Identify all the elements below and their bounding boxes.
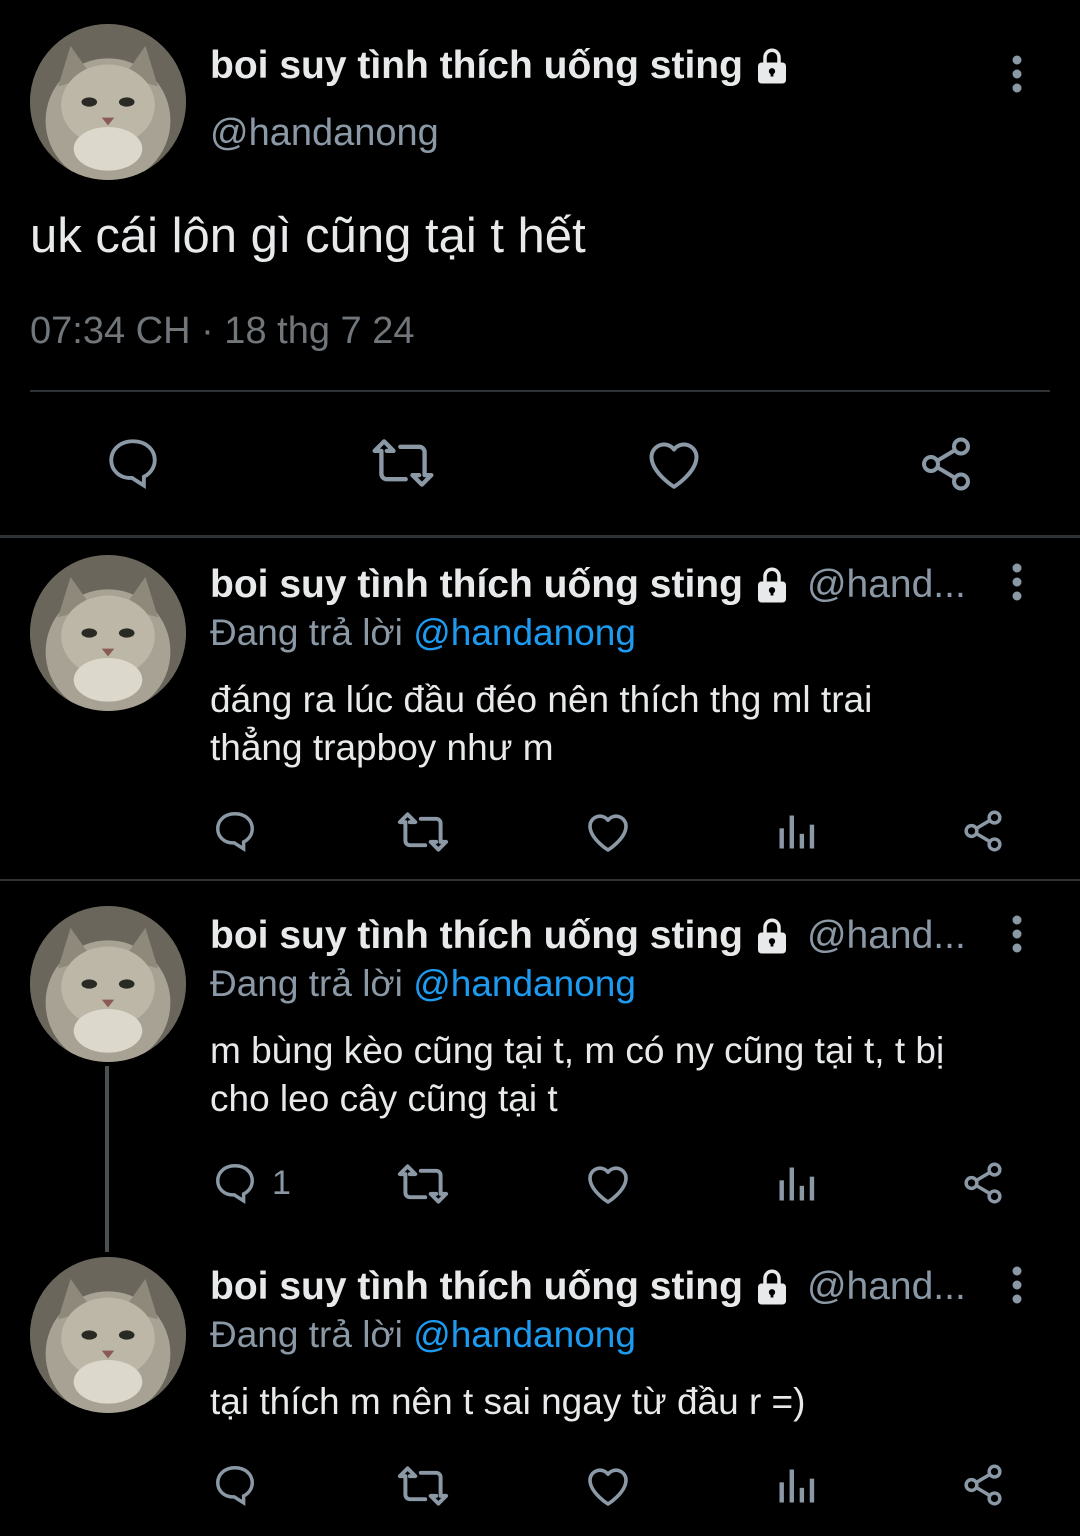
reply-button[interactable]: 1: [212, 1160, 291, 1206]
replying-prefix: Đang trả lời: [210, 1314, 403, 1355]
heart-icon: [588, 814, 628, 852]
retweet-button[interactable]: [396, 1464, 450, 1508]
views-icon: [779, 815, 815, 849]
cat-avatar-image: [30, 555, 186, 711]
tweet-text-line: cho leo cây cũng tại t: [210, 1078, 558, 1119]
display-name[interactable]: boi suy tình thích uống sting @hand...: [210, 563, 966, 607]
replying-to: Đang trả lời @handanong: [210, 1314, 636, 1356]
cat-avatar-image: [30, 24, 186, 180]
handle[interactable]: @hand...: [807, 563, 966, 607]
more-vertical-icon[interactable]: [1000, 1263, 1034, 1307]
like-button[interactable]: [584, 808, 632, 854]
avatar[interactable]: [30, 906, 186, 1062]
handle[interactable]: @handanong: [210, 112, 439, 155]
heart-icon: [649, 442, 699, 489]
display-name-text: boi suy tình thích uống sting: [210, 44, 743, 87]
share-icon: [964, 1464, 1002, 1506]
lock-icon: [751, 564, 793, 606]
display-name-text: boi suy tình thích uống sting: [210, 563, 743, 606]
heart-icon: [588, 1468, 628, 1506]
lock-icon: [751, 45, 793, 87]
thread-connector: [105, 1066, 109, 1252]
views-button[interactable]: [774, 1464, 818, 1508]
avatar[interactable]: [30, 24, 186, 180]
heart-icon: [588, 1166, 628, 1204]
tweet-text-line: đáng ra lúc đầu đéo nên thích thg ml tra…: [210, 679, 873, 720]
handle[interactable]: @hand...: [807, 914, 966, 958]
reply-count: 1: [272, 1163, 291, 1202]
retweet-button[interactable]: [396, 810, 450, 854]
divider: [0, 535, 1080, 538]
mention-link[interactable]: @handanong: [413, 612, 636, 653]
share-button[interactable]: [960, 808, 1006, 854]
share-button[interactable]: [960, 1160, 1006, 1206]
tweet-text: uk cái lôn gì cũng tại t hết: [30, 209, 586, 263]
display-name-text: boi suy tình thích uống sting: [210, 914, 743, 957]
avatar[interactable]: [30, 1257, 186, 1413]
share-icon: [964, 1162, 1002, 1204]
mention-link[interactable]: @handanong: [413, 963, 636, 1004]
replying-prefix: Đang trả lời: [210, 963, 403, 1004]
lock-icon: [751, 915, 793, 957]
reply-button[interactable]: [212, 1462, 258, 1508]
display-name[interactable]: boi suy tình thích uống sting: [210, 44, 793, 88]
reply-button[interactable]: [212, 808, 258, 854]
reply-icon: [216, 1466, 254, 1506]
replying-prefix: Đang trả lời: [210, 612, 403, 653]
more-vertical-icon[interactable]: [1000, 52, 1034, 96]
like-button[interactable]: [584, 1160, 632, 1206]
retweet-button[interactable]: [396, 1162, 450, 1206]
views-button[interactable]: [774, 810, 818, 854]
divider: [30, 390, 1050, 392]
cat-avatar-image: [30, 906, 186, 1062]
reply-icon: [216, 812, 254, 852]
views-icon: [779, 1469, 815, 1503]
tweet-text-line: m bùng kèo cũng tại t, m có ny cũng tại …: [210, 1030, 945, 1071]
divider: [0, 879, 1080, 881]
retweet-icon: [397, 1164, 449, 1204]
cat-avatar-image: [30, 1257, 186, 1413]
tweet-text-line: thẳng trapboy như m: [210, 727, 554, 768]
like-button[interactable]: [644, 434, 704, 492]
tweet-text: tại thích m nên t sai ngay từ đầu r =): [210, 1378, 1050, 1426]
lock-icon: [751, 1266, 793, 1308]
display-name-text: boi suy tình thích uống sting: [210, 1265, 743, 1308]
tweet-text: m bùng kèo cũng tại t, m có ny cũng tại …: [210, 1027, 1050, 1123]
handle[interactable]: @hand...: [807, 1265, 966, 1309]
avatar[interactable]: [30, 555, 186, 711]
share-button[interactable]: [960, 1462, 1006, 1508]
more-vertical-icon[interactable]: [1000, 912, 1034, 956]
retweet-icon: [372, 439, 434, 487]
mention-link[interactable]: @handanong: [413, 1314, 636, 1355]
share-icon: [964, 810, 1002, 852]
more-vertical-icon[interactable]: [1000, 560, 1034, 604]
share-icon: [922, 437, 970, 491]
reply-icon: [216, 1164, 254, 1204]
timestamp[interactable]: 07:34 CH · 18 thg 7 24: [30, 310, 414, 353]
reply-button[interactable]: [104, 434, 162, 492]
replying-to: Đang trả lời @handanong: [210, 963, 636, 1005]
replying-to: Đang trả lời @handanong: [210, 612, 636, 654]
tweet-text-line: tại thích m nên t sai ngay từ đầu r =): [210, 1381, 806, 1422]
like-button[interactable]: [584, 1462, 632, 1508]
share-button[interactable]: [916, 434, 976, 494]
reply-icon: [109, 439, 157, 489]
views-button[interactable]: [774, 1162, 818, 1206]
views-icon: [779, 1167, 815, 1201]
tweet-text: đáng ra lúc đầu đéo nên thích thg ml tra…: [210, 676, 1050, 772]
retweet-icon: [397, 1466, 449, 1506]
display-name[interactable]: boi suy tình thích uống sting @hand...: [210, 914, 966, 958]
retweet-icon: [397, 812, 449, 852]
display-name[interactable]: boi suy tình thích uống sting @hand...: [210, 1265, 966, 1309]
retweet-button[interactable]: [370, 436, 436, 490]
